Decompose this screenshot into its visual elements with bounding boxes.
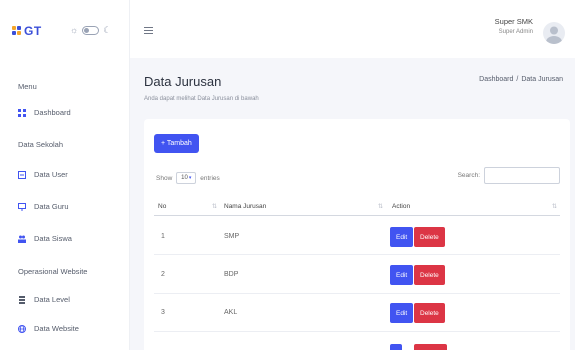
delete-button[interactable]: Delete [414,265,445,285]
sidebar: GT ☼ ☾ Menu Dashboard Data Sekolah Data … [0,0,130,350]
sort-icon[interactable]: ⇅ [212,203,217,210]
moon-icon: ☾ [103,25,112,35]
page-title: Data Jurusan [144,74,222,89]
grid-icon [18,108,26,117]
topbar: Super SMK Super Admin [130,0,575,58]
row-1-name: SMP [224,233,240,240]
entries-value: 10 [181,175,188,181]
user-card-icon [18,170,26,179]
sidebar-item-label: Data Website [34,324,79,333]
sidebar-heading-menu: Menu [18,82,37,91]
breadcrumb-dashboard[interactable]: Dashboard [479,76,513,83]
row-divider [154,293,560,294]
table-header-divider [154,215,560,216]
row-3-name: AKL [224,309,238,316]
sidebar-heading-operasional-website: Operasional Website [18,267,88,276]
entries-control: Show 10 ▾ entries [156,172,220,184]
theme-toggle-track[interactable] [82,26,100,35]
breadcrumb-separator: / [516,76,519,83]
row-3-no: 3 [161,309,165,316]
sidebar-item-data-siswa[interactable]: Data Siswa [18,234,72,243]
row-divider [154,254,560,255]
sort-icon[interactable]: ⇅ [552,203,557,210]
show-label: Show [156,174,173,182]
teacher-icon [18,202,26,211]
sidebar-item-label: Data User [34,170,68,179]
layers-icon [18,295,26,304]
search-control: Search: [458,167,560,184]
avatar[interactable] [543,22,565,44]
edit-button[interactable]: Edit [390,303,414,323]
toggle-knob [84,28,90,33]
breadcrumb-current: Data Jurusan [521,76,563,83]
sidebar-item-data-website[interactable]: Data Website [18,324,79,333]
delete-button[interactable]: Delete [414,303,445,323]
user-avatar-icon [546,26,562,44]
delete-button-partial[interactable] [414,344,447,350]
data-card: + Tambah Show 10 ▾ entries Search: No ⇅ … [144,119,570,350]
menu-toggle-icon[interactable] [144,27,153,34]
sidebar-heading-data-sekolah: Data Sekolah [18,140,64,149]
sidebar-item-data-level[interactable]: Data Level [18,295,70,304]
breadcrumb: Dashboard / Data Jurusan [479,76,563,83]
row-2-name: BDP [224,271,239,278]
theme-toggle[interactable]: ☼ ☾ [70,26,111,35]
entries-label: entries [200,174,220,182]
user-name[interactable]: Super SMK [495,17,533,26]
brand-logo[interactable]: GT [12,24,42,38]
edit-button[interactable]: Edit [390,265,414,285]
column-header-nama-jurusan[interactable]: Nama Jurusan [224,203,266,210]
logo-mark-icon [12,25,21,37]
add-button[interactable]: + Tambah [154,134,199,153]
user-role: Super Admin [498,29,533,35]
sort-icon[interactable]: ⇅ [378,203,383,210]
column-header-no[interactable]: No [158,203,166,210]
sidebar-item-label: Data Siswa [34,234,72,243]
sidebar-item-label: Data Guru [34,202,69,211]
edit-button[interactable]: Edit [390,227,414,247]
brand-text: GT [24,24,42,38]
search-label: Search: [457,172,480,179]
chevron-down-icon: ▾ [188,175,192,181]
row-divider [154,331,560,332]
sidebar-item-dashboard[interactable]: Dashboard [18,108,71,117]
page-subtitle: Anda dapat melihat Data Jurusan di bawah [144,96,259,102]
students-icon [18,235,26,243]
sidebar-item-data-guru[interactable]: Data Guru [18,202,69,211]
sun-icon: ☼ [70,25,79,35]
globe-icon [18,324,26,333]
row-1-no: 1 [161,233,165,240]
entries-select[interactable]: 10 ▾ [176,172,197,184]
sidebar-item-label: Data Level [34,295,70,304]
search-input[interactable] [484,167,560,184]
edit-button-partial[interactable] [390,344,402,350]
sidebar-item-label: Dashboard [34,108,71,117]
column-header-action[interactable]: Action [392,203,410,210]
row-2-no: 2 [161,271,165,278]
delete-button[interactable]: Delete [414,227,445,247]
sidebar-item-data-user[interactable]: Data User [18,170,68,179]
